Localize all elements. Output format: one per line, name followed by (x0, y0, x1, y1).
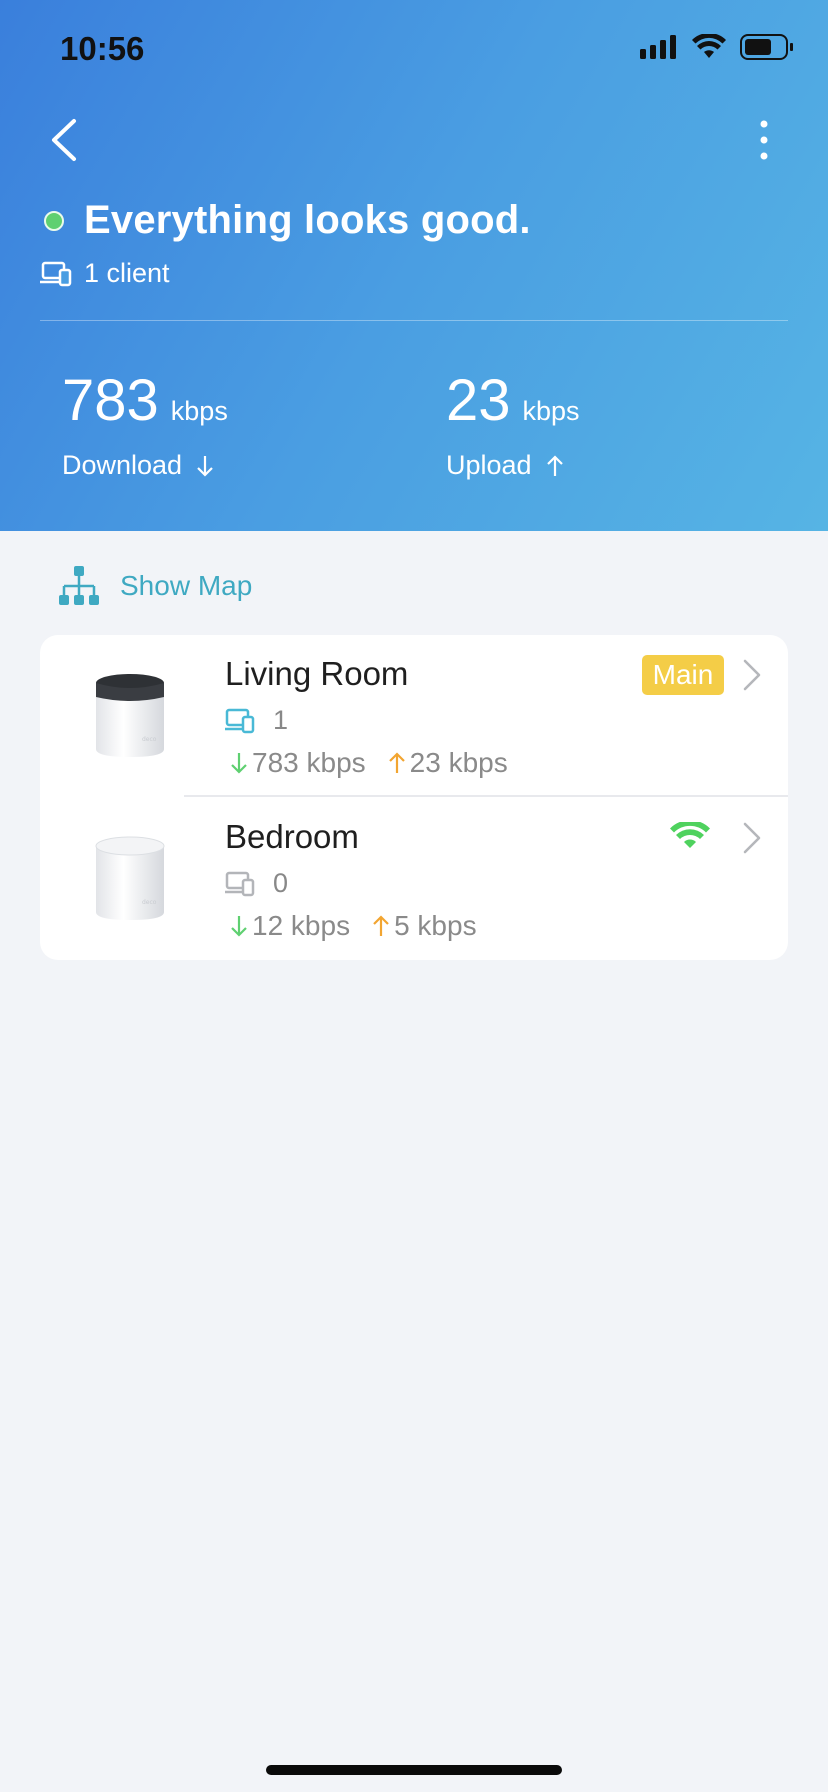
node-client-count: 0 (273, 868, 289, 898)
client-device-icon (225, 871, 255, 896)
download-unit: kbps (170, 396, 228, 426)
download-speed: 783 kbps Download (62, 370, 228, 481)
node-divider (184, 795, 788, 797)
node-upload-rate: 5 kbps (394, 910, 477, 941)
more-icon (760, 120, 768, 160)
battery-icon (740, 34, 793, 60)
upload-unit: kbps (522, 396, 580, 426)
wifi-status-icon (692, 34, 726, 58)
wifi-signal-icon (670, 822, 710, 848)
node-name: Bedroom (225, 818, 359, 855)
screen: 10:56 Everything looks good. 1 client 78… (0, 0, 828, 1792)
client-device-icon (225, 708, 255, 733)
node-list: deco Living Room 1 783 kbps 23 kbps Main… (40, 635, 788, 960)
show-map-button[interactable]: Show Map (58, 566, 252, 606)
download-arrow-icon (231, 916, 247, 937)
back-icon (52, 119, 76, 161)
home-indicator[interactable] (266, 1765, 562, 1775)
download-arrow-icon (231, 753, 247, 774)
node-item-bedroom[interactable]: deco Bedroom 0 12 kbps 5 kbps (40, 798, 788, 960)
node-download-rate: 783 kbps (252, 747, 366, 778)
status-dot (44, 210, 64, 231)
cellular-signal-icon (640, 35, 676, 59)
upload-arrow-icon (373, 915, 389, 936)
header-divider (40, 320, 788, 321)
upload-arrow-icon (546, 454, 563, 476)
more-options-button[interactable] (740, 112, 788, 168)
svg-text:deco: deco (142, 736, 157, 743)
status-icons (640, 34, 794, 60)
status-time: 10:56 (60, 30, 145, 67)
health-text: Everything looks good. (84, 198, 531, 242)
upload-arrow-icon (388, 752, 405, 773)
client-summary[interactable]: 1 client (40, 258, 170, 289)
client-device-icon (40, 261, 72, 286)
router-icon: deco (95, 836, 165, 920)
node-download-rate: 12 kbps (252, 910, 351, 941)
network-map-icon (59, 566, 99, 605)
svg-text:deco: deco (142, 899, 157, 906)
client-count: 1 client (84, 258, 170, 288)
download-arrow-icon (197, 455, 213, 477)
node-client-count: 1 (273, 705, 289, 735)
upload-label: Upload (446, 450, 532, 480)
main-badge: Main (642, 655, 724, 695)
back-button[interactable] (40, 112, 88, 168)
upload-value: 23 (446, 368, 511, 433)
node-item-living-room[interactable]: deco Living Room 1 783 kbps 23 kbps Main (40, 635, 788, 797)
download-label: Download (62, 450, 183, 480)
show-map-label: Show Map (120, 570, 253, 601)
node-name: Living Room (225, 655, 409, 692)
node-rates: 783 kbps 23 kbps (230, 747, 508, 779)
node-rates: 12 kbps 5 kbps (230, 910, 477, 942)
node-clients: 1 (225, 705, 288, 736)
node-upload-rate: 23 kbps (409, 747, 508, 778)
download-value: 783 (62, 368, 159, 433)
network-health: Everything looks good. (44, 198, 531, 243)
node-clients: 0 (225, 868, 288, 899)
header: 10:56 Everything looks good. 1 client 78… (0, 0, 828, 531)
chevron-right-icon (743, 659, 761, 691)
chevron-right-icon (743, 822, 761, 854)
router-icon: deco (96, 674, 164, 757)
upload-speed: 23 kbps Upload (446, 370, 580, 481)
